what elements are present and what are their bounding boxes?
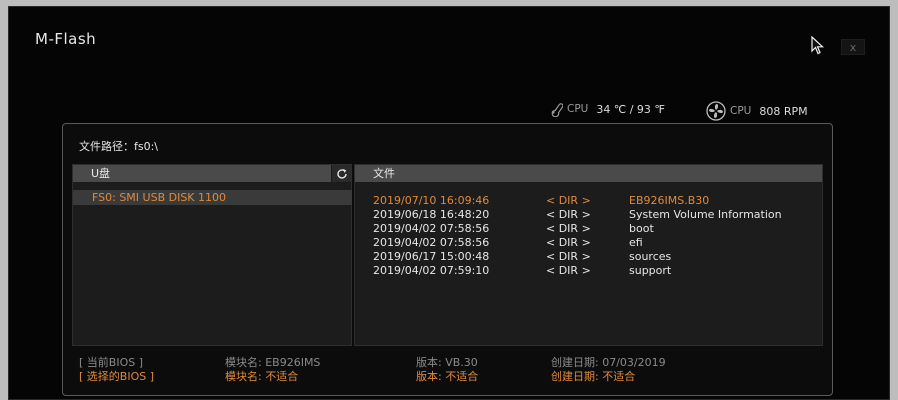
file-name: boot [629,222,654,235]
file-name: System Volume Information [629,208,782,221]
file-list-header-label: 文件 [373,167,395,180]
thermometer-icon [551,103,563,117]
cpu-fan-speed: CPU 808 RPM [706,101,808,121]
refresh-icon [336,168,347,179]
file-type: < DIR > [546,208,591,221]
file-name: support [629,264,672,277]
file-type: < DIR > [546,250,591,263]
file-type: < DIR > [546,222,591,235]
drive-list-pane: U盘 FS0: SMI USB DISK 1100 [72,164,352,346]
file-name: EB926IMS.B30 [629,194,710,207]
close-button[interactable]: x [841,39,865,55]
cpu-temp-label: CPU [567,103,589,115]
file-date: 2019/04/02 07:59:10 [373,264,490,277]
fan-icon [706,101,726,121]
file-date: 2019/04/02 07:58:56 [373,222,490,235]
file-type: < DIR > [546,194,591,207]
m-flash-window: M-Flash x CPU 34 ℃ / 93 ℉ CPU 808 RPM 文件… [8,6,890,400]
file-date: 2019/04/02 07:58:56 [373,236,490,249]
file-list-header: 文件 [355,165,822,182]
file-name: sources [629,250,672,263]
drive-list-header: U盘 [73,165,351,182]
selected-bios-version: 版本: 不适合 [416,370,479,383]
file-date: 2019/06/17 15:00:48 [373,250,490,263]
file-type: < DIR > [546,264,591,277]
file-name: efi [629,236,643,249]
file-path-label: 文件路径：fs0:\ [79,140,159,153]
selected-bios-date: 创建日期: 不适合 [551,370,636,383]
selected-bios-model: 模块名: 不适合 [225,370,299,383]
file-list-pane: 文件 2019/07/10 16:09:46 < DIR > EB926IMS.… [354,164,823,346]
drive-item-fs0[interactable]: FS0: SMI USB DISK 1100 [73,190,352,205]
file-type: < DIR > [546,236,591,249]
file-date: 2019/06/18 16:48:20 [373,208,490,221]
cpu-temperature: CPU 34 ℃ / 93 ℉ [547,101,665,117]
drive-list-header-label: U盘 [91,167,111,180]
cpu-fan-label: CPU [730,105,752,117]
refresh-button[interactable] [331,165,351,182]
cpu-fan-value: 808 RPM [759,104,808,118]
file-date: 2019/07/10 16:09:46 [373,194,490,207]
window-title: M-Flash [35,30,97,48]
mouse-cursor-icon [811,36,825,55]
cpu-temp-value: 34 ℃ / 93 ℉ [596,102,665,116]
file-browser-panel: 文件路径：fs0:\ U盘 FS0: SMI USB DISK 1100 文件 … [62,123,833,396]
selected-bios-label: [ 选择的BIOS ] [79,370,155,383]
